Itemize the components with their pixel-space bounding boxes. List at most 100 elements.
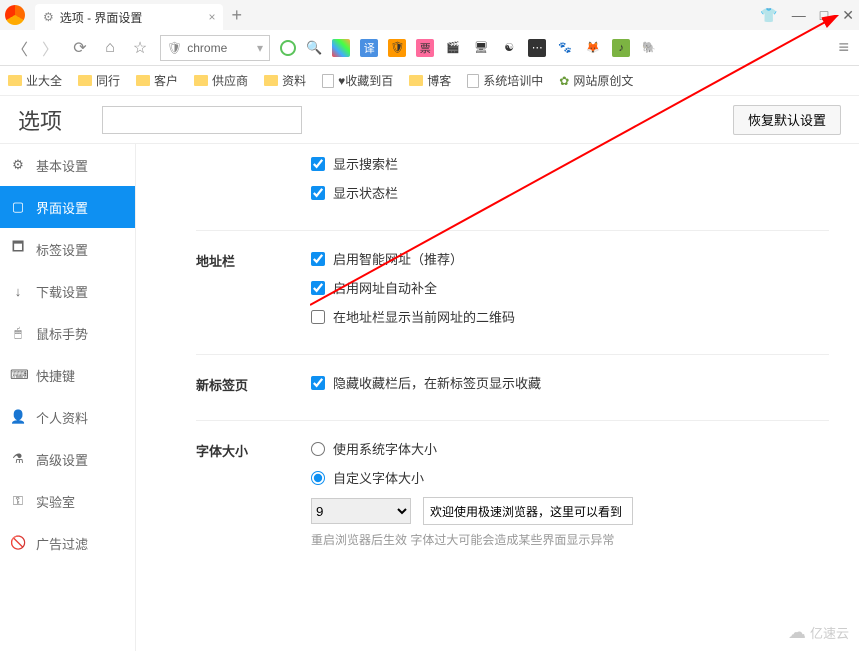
close-window-button[interactable]: ✕ (842, 7, 854, 24)
section-label-newtab: 新标签页 (196, 373, 311, 402)
content-area: ⚙基本设置▢界面设置🗖标签设置↓下载设置🖱鼠标手势⌨快捷键👤个人资料⚗高级设置⚿… (0, 144, 859, 651)
sidebar-icon: ⚙ (10, 157, 26, 173)
ext-icon-11[interactable]: ♪ (612, 39, 630, 57)
section-label-font: 字体大小 (196, 439, 311, 548)
ext-icon-10[interactable]: 🦊 (584, 39, 602, 57)
font-size-select[interactable]: 9 (311, 498, 411, 524)
settings-main-panel: 显示搜索栏显示状态栏 地址栏 启用智能网址（推荐）启用网址自动补全在地址栏显示当… (135, 144, 859, 651)
folder-icon (136, 75, 150, 86)
ext-icon-12[interactable]: 🐘 (640, 39, 658, 57)
title-bar: ⚙ 选项 - 界面设置 × + 👕 — □ ✕ (0, 0, 859, 30)
sidebar-icon: 🖱 (10, 325, 26, 341)
radio-1[interactable] (311, 471, 325, 485)
sidebar-label: 快捷键 (36, 366, 75, 385)
ext-icon-1[interactable] (332, 39, 350, 57)
sidebar-icon: 👤 (10, 409, 26, 425)
sidebar-item-2[interactable]: 🗖 标签设置 (0, 228, 135, 270)
checkbox-0[interactable] (311, 157, 325, 171)
sidebar-item-3[interactable]: ↓ 下载设置 (0, 270, 135, 312)
ext-icon-2[interactable]: 译 (360, 39, 378, 57)
checkbox-1[interactable] (311, 186, 325, 200)
sidebar-icon: ⚿ (10, 493, 26, 509)
menu-button[interactable]: ≡ (838, 37, 849, 58)
extension-toolbar: 译 🛡 票 🎬 🖥 ☯ ⋯ 🐾 🦊 ♪ 🐘 (332, 39, 658, 57)
gear-icon: ⚙ (43, 10, 54, 24)
sidebar-item-4[interactable]: 🖱 鼠标手势 (0, 312, 135, 354)
leaf-icon: ✿ (559, 74, 569, 88)
sidebar-icon: 🗖 (10, 238, 26, 260)
checkbox-2[interactable] (311, 310, 325, 324)
browser-logo-icon (5, 5, 25, 25)
ext-icon-4[interactable]: 票 (416, 39, 434, 57)
sidebar-item-5[interactable]: ⌨快捷键 (0, 354, 135, 396)
address-bar[interactable]: 🛡 chrome ▾ (160, 35, 270, 61)
sidebar-item-9[interactable]: 🚫广告过滤 (0, 522, 135, 564)
sidebar-icon: 🚫 (10, 535, 26, 551)
sidebar-label: 标签设置 (36, 240, 88, 259)
folder-icon (8, 75, 22, 86)
search-engine-icon[interactable] (280, 40, 296, 56)
browser-tab[interactable]: ⚙ 选项 - 界面设置 × (35, 4, 223, 30)
font-preview-input[interactable] (423, 497, 633, 525)
sidebar-item-8[interactable]: ⚿ 实验室 (0, 480, 135, 522)
bookmark-item[interactable]: ♥收藏到百 (322, 72, 393, 89)
search-icon[interactable]: 🔍 (306, 40, 322, 56)
ext-icon-9[interactable]: 🐾 (556, 39, 574, 57)
radio-0[interactable] (311, 442, 325, 456)
close-tab-icon[interactable]: × (208, 10, 215, 24)
forward-button[interactable]: 〉 (40, 36, 60, 60)
option-label: 自定义字体大小 (333, 468, 424, 487)
bookmark-item[interactable]: ✿网站原创文 (559, 72, 633, 89)
font-hint: 重启浏览器后生效 字体过大可能会造成某些界面显示异常 (311, 531, 829, 548)
settings-search-input[interactable] (102, 106, 302, 134)
ext-icon-8[interactable]: ⋯ (528, 39, 546, 57)
folder-icon (194, 75, 208, 86)
sidebar-label: 实验室 (36, 492, 75, 511)
page-icon (322, 74, 334, 88)
sidebar-label: 高级设置 (36, 450, 88, 469)
sidebar-item-1[interactable]: ▢界面设置 (0, 186, 135, 228)
ext-icon-5[interactable]: 🎬 (444, 39, 462, 57)
minimize-button[interactable]: — (792, 7, 806, 24)
sidebar-label: 下载设置 (36, 282, 88, 301)
page-icon (467, 74, 479, 88)
bookmark-item[interactable]: 同行 (78, 72, 120, 89)
sidebar-label: 鼠标手势 (36, 324, 88, 343)
reset-defaults-button[interactable]: 恢复默认设置 (733, 105, 841, 135)
folder-icon (78, 75, 92, 86)
nav-bar: 〈 〉 ⟳ ⌂ ☆ 🛡 chrome ▾ 🔍 译 🛡 票 🎬 🖥 ☯ ⋯ 🐾 🦊… (0, 30, 859, 66)
skin-button[interactable]: 👕 (760, 7, 777, 24)
folder-icon (264, 75, 278, 86)
home-button[interactable]: ⌂ (100, 39, 120, 57)
ext-icon-7[interactable]: ☯ (500, 39, 518, 57)
ext-icon-3[interactable]: 🛡 (388, 39, 406, 57)
star-button[interactable]: ☆ (130, 38, 150, 58)
bookmark-item[interactable]: 供应商 (194, 72, 248, 89)
new-tab-button[interactable]: + (231, 5, 242, 26)
cloud-icon: ☁ (788, 622, 806, 643)
checkbox-0[interactable] (311, 252, 325, 266)
option-label: 隐藏收藏栏后，在新标签页显示收藏 (333, 373, 541, 392)
reload-button[interactable]: ⟳ (70, 38, 90, 58)
back-button[interactable]: 〈 (10, 36, 30, 60)
sidebar-item-7[interactable]: ⚗高级设置 (0, 438, 135, 480)
dropdown-icon[interactable]: ▾ (257, 41, 263, 55)
bookmark-item[interactable]: 系统培训中 (467, 72, 543, 89)
settings-header: 选项 恢复默认设置 (0, 96, 859, 144)
checkbox-0[interactable] (311, 376, 325, 390)
option-label: 使用系统字体大小 (333, 439, 437, 458)
checkbox-1[interactable] (311, 281, 325, 295)
watermark: ☁ 亿速云 (788, 622, 849, 643)
sidebar-icon: ↓ (10, 284, 26, 299)
page-title: 选项 (18, 104, 62, 136)
sidebar-label: 基本设置 (36, 156, 88, 175)
sidebar-item-6[interactable]: 👤个人资料 (0, 396, 135, 438)
maximize-button[interactable]: □ (820, 7, 828, 24)
option-label: 在地址栏显示当前网址的二维码 (333, 307, 515, 326)
bookmark-item[interactable]: 业大全 (8, 72, 62, 89)
ext-icon-6[interactable]: 🖥 (472, 39, 490, 57)
bookmark-item[interactable]: 资料 (264, 72, 306, 89)
bookmark-item[interactable]: 博客 (409, 72, 451, 89)
sidebar-item-0[interactable]: ⚙ 基本设置 (0, 144, 135, 186)
bookmark-item[interactable]: 客户 (136, 72, 178, 89)
